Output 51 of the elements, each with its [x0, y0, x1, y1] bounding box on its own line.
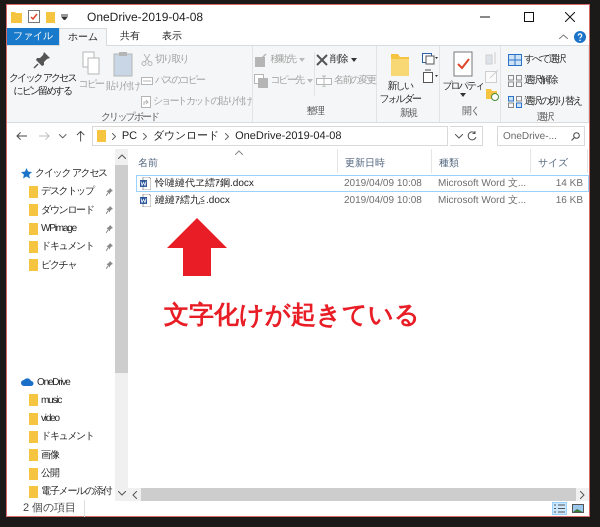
table-cell-text: 16 KB — [554, 194, 584, 208]
table-cell-text: 2019/04/09 10:08 — [343, 194, 423, 208]
item-count: 2 個の項目 — [23, 500, 86, 517]
ribbon-button[interactable]: 選択の切り替え — [508, 93, 582, 110]
ribbon-button[interactable]: クイック アクセス にピン留めする — [8, 49, 77, 98]
nav-item[interactable]: video — [29, 411, 59, 426]
nav-item[interactable]: music — [29, 392, 62, 408]
annotation-text: 文字化けが起きている — [164, 300, 420, 331]
ribbon-tab[interactable]: ホーム — [59, 28, 107, 46]
group-label: 整理 — [306, 105, 324, 119]
ribbon-button[interactable]: 新しい フォルダー — [378, 49, 422, 106]
file-tab[interactable]: ファイル — [7, 28, 59, 45]
breadcrumb[interactable]: ダウンロード — [153, 128, 220, 144]
group-label: 新規 — [400, 106, 416, 121]
table-cell-text: Microsoft Word 文... — [437, 176, 528, 191]
nav-item[interactable]: 公開 — [29, 466, 59, 482]
file-name: 縺縺ｱ繧九≦.docx — [155, 194, 230, 208]
group-label: 開く — [462, 105, 478, 119]
group-label: クリップボード — [101, 110, 158, 125]
nav-item[interactable]: 電子メールの添付 — [29, 484, 112, 500]
nav-item[interactable]: WPimage — [29, 221, 76, 236]
nav-item[interactable]: ドキュメント — [29, 429, 94, 444]
address-bar[interactable]: PC ダウンロード OneDrive-2019-04-08 — [92, 126, 448, 146]
ribbon-button[interactable]: 削除 — [316, 51, 376, 68]
table-cell-text: 14 KB — [554, 177, 584, 191]
ribbon-tab[interactable]: 表示 — [153, 28, 191, 45]
table-cell-text: Microsoft Word 文... — [437, 194, 528, 208]
ribbon-button[interactable]: プロパティ — [441, 49, 484, 97]
search-field[interactable]: OneDrive-... — [497, 126, 585, 146]
ribbon-tab[interactable]: 共有 — [111, 28, 149, 45]
ribbon-button[interactable]: 選択解除 — [508, 72, 582, 89]
nav-item[interactable]: 画像 — [29, 448, 59, 463]
table-cell-text: 2019/04/09 10:08 — [343, 177, 423, 191]
nav-item[interactable]: ダウンロード — [29, 202, 94, 218]
nav-item[interactable]: デスクトップ — [29, 184, 94, 200]
column-header[interactable]: 種類 — [432, 149, 531, 173]
nav-item[interactable]: ピクチャ — [29, 258, 76, 273]
column-header[interactable]: 名前 — [128, 149, 338, 173]
file-row[interactable]: 縺縺ｱ繧九≦.docx 2019/04/09 10:08 Microsoft Word 文... 16 KB — [136, 192, 589, 209]
nav-item[interactable]: クイック アクセス — [7, 165, 107, 183]
nav-item[interactable]: OneDrive — [7, 373, 70, 392]
breadcrumb[interactable]: OneDrive-2019-04-08 — [235, 128, 342, 144]
breadcrumb[interactable]: PC — [122, 128, 138, 144]
ribbon-button[interactable]: すべて選択 — [508, 51, 582, 68]
column-header[interactable]: サイズ — [531, 149, 588, 173]
file-name: 怜嗹縺代ヱ繧ｱ鋼.docx — [155, 176, 254, 191]
nav-item[interactable]: ドキュメント — [29, 239, 94, 254]
column-header[interactable]: 更新日時 — [338, 149, 432, 173]
group-label: 選択 — [536, 111, 553, 125]
window-title: OneDrive-2019-04-08 — [87, 8, 204, 26]
file-row[interactable]: 怜嗹縺代ヱ繧ｱ鋼.docx 2019/04/09 10:08 Microsoft Word 文... 14 KB — [136, 175, 589, 192]
